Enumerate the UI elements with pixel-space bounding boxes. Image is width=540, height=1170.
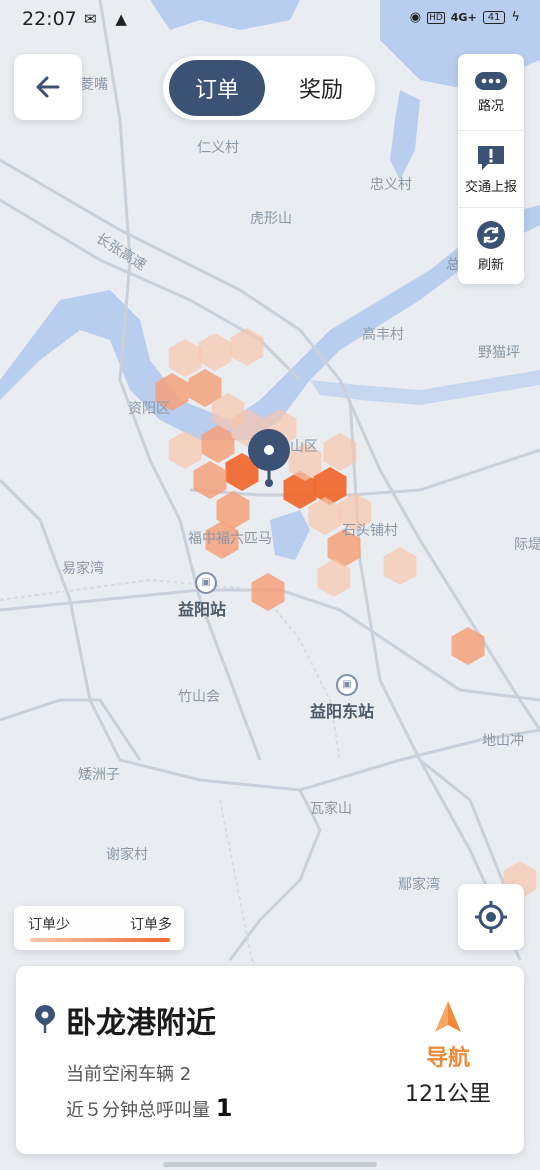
map-label: 竹山会 bbox=[178, 689, 220, 705]
navigate-button[interactable]: 导航 121公里 bbox=[398, 1000, 498, 1108]
map-label: 仁义村 bbox=[197, 140, 239, 156]
navigation-arrow-icon bbox=[435, 1001, 461, 1032]
legend-gradient-bar bbox=[30, 938, 170, 942]
tab-rewards[interactable]: 奖励 bbox=[273, 60, 369, 116]
map-label: 益阳东站 bbox=[310, 702, 375, 721]
status-time: 22:07 bbox=[22, 8, 77, 30]
traffic-label: 路况 bbox=[477, 98, 504, 114]
idle-vehicles-text: 当前空闲车辆 2 bbox=[66, 1064, 192, 1085]
station-icon: ▣ bbox=[336, 674, 358, 696]
segment-tabs: 订单 奖励 bbox=[163, 56, 375, 120]
notification-icon: ✉ bbox=[84, 10, 97, 28]
map-label: 瓦家山 bbox=[310, 801, 352, 817]
location-icon: ◉ bbox=[409, 10, 422, 25]
map-label: 资阳区 bbox=[128, 401, 170, 417]
map-label: 高丰村 bbox=[362, 327, 404, 343]
map-label: 易家湾 bbox=[62, 561, 104, 577]
heat-legend: 订单少 订单多 bbox=[14, 906, 184, 950]
location-title: 卧龙港附近 bbox=[66, 1006, 216, 1041]
map-label: 虎形山 bbox=[250, 211, 292, 227]
legend-low-label: 订单少 bbox=[28, 917, 70, 933]
tab-orders[interactable]: 订单 bbox=[169, 60, 265, 116]
traffic-report-button[interactable]: 交通上报 bbox=[458, 131, 524, 208]
report-icon bbox=[478, 145, 504, 170]
back-arrow-icon bbox=[36, 76, 60, 98]
status-bar: 22:07 ✉ ▲ ◉ HD 4G+ 41 ϟ bbox=[0, 0, 540, 40]
locate-button[interactable] bbox=[458, 884, 524, 950]
map-label: 福中福六匹马 bbox=[188, 531, 272, 547]
crosshair-icon bbox=[475, 901, 507, 933]
map-label: 忠义村 bbox=[370, 177, 412, 193]
map-label: 山区 bbox=[290, 439, 318, 455]
refresh-label: 刷新 bbox=[477, 257, 504, 273]
recent-calls-value: 1 bbox=[215, 1094, 233, 1122]
map-label: 矮洲子 bbox=[78, 767, 120, 783]
navigate-label: 导航 bbox=[425, 1046, 470, 1071]
traffic-button[interactable]: 路况 bbox=[458, 54, 524, 131]
legend-high-label: 订单多 bbox=[130, 917, 172, 933]
station-icon: ▣ bbox=[195, 572, 217, 594]
network-label: 4G+ bbox=[450, 11, 477, 24]
map-tools-panel: 路况 交通上报 刷新 bbox=[458, 54, 524, 284]
distance-text: 121公里 bbox=[405, 1082, 491, 1107]
home-indicator bbox=[163, 1162, 377, 1167]
charging-icon: ϟ bbox=[511, 10, 520, 25]
refresh-icon bbox=[477, 220, 505, 249]
map-label: 益阳站 bbox=[178, 600, 227, 619]
location-info-card: 卧龙港附近 当前空闲车辆 2 近５分钟总呼叫量 1 导航 121公里 bbox=[16, 966, 524, 1154]
map-label: 地山冲 bbox=[482, 733, 524, 749]
map-label: 谢家村 bbox=[106, 847, 148, 863]
back-button[interactable] bbox=[14, 54, 82, 120]
map-label: 菱嘴 bbox=[80, 77, 108, 93]
warning-icon: ▲ bbox=[115, 10, 127, 28]
map-label: 鄢家湾 bbox=[398, 877, 440, 893]
recent-calls-text: 近５分钟总呼叫量 1 bbox=[66, 1094, 232, 1122]
map-label: 际堤 bbox=[514, 537, 540, 553]
more-dots-icon bbox=[475, 71, 507, 90]
map-label: 石头铺村 bbox=[342, 523, 398, 539]
refresh-button[interactable]: 刷新 bbox=[458, 208, 524, 284]
status-right-icons: ◉ HD 4G+ 41 ϟ bbox=[410, 10, 520, 25]
hd-icon: HD bbox=[427, 11, 445, 24]
recent-calls-label: 近５分钟总呼叫量 bbox=[66, 1100, 210, 1121]
location-pin-icon bbox=[35, 1005, 55, 1033]
traffic-report-label: 交通上报 bbox=[464, 179, 517, 195]
battery-icon: 41 bbox=[482, 11, 506, 24]
map-label: 野猫坪 bbox=[478, 345, 520, 361]
status-left-icons: ✉ ▲ bbox=[84, 10, 127, 28]
